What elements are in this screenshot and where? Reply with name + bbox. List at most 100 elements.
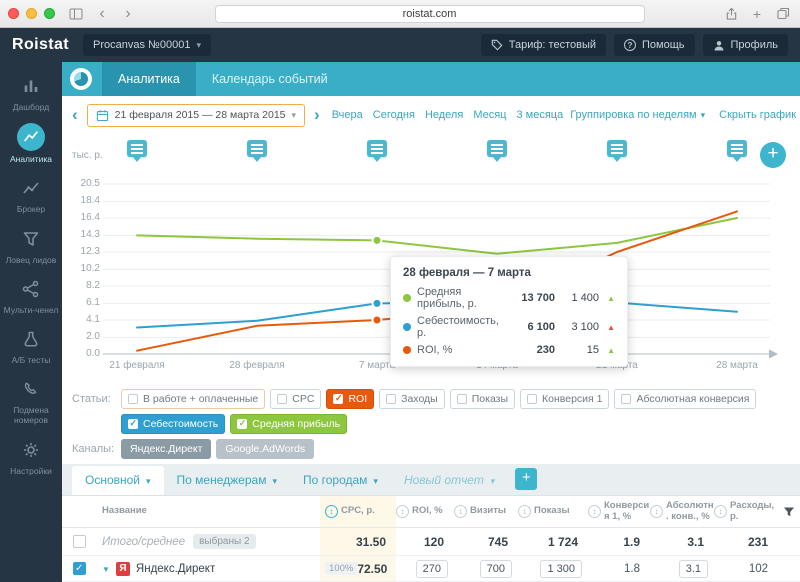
chart-note-pin-icon[interactable]: [487, 140, 507, 162]
sidebar-item-dashboard[interactable]: Дашборд: [0, 68, 62, 118]
chart-tooltip: 28 февраля — 7 марта Средняя прибыль, р.…: [390, 256, 628, 367]
sidebar-item-settings[interactable]: Настройки: [0, 432, 62, 482]
sidebar-item-multichannel[interactable]: Мульти-ченел: [0, 271, 62, 321]
next-period-button[interactable]: [312, 105, 322, 125]
channel-yandex-direct[interactable]: Яндекс.Директ: [121, 439, 212, 459]
section-tabbar: Аналитика Календарь событий: [62, 62, 800, 96]
quicklink-week[interactable]: Неделя: [425, 109, 463, 121]
broker-icon: [17, 175, 45, 201]
tab-events-calendar[interactable]: Календарь событий: [196, 62, 344, 96]
y-axis-tick: 4.1: [86, 314, 100, 325]
forward-icon[interactable]: [119, 6, 137, 22]
chip-visits-in[interactable]: Заходы: [379, 389, 445, 409]
report-tab-main[interactable]: Основной: [72, 466, 164, 495]
col-header-visits[interactable]: Визиты: [454, 496, 518, 527]
url-bar[interactable]: roistat.com: [214, 4, 645, 23]
app-topbar: Roistat Procanvas №00001 Тариф: тестовый…: [0, 28, 800, 62]
col-header-abs-conversion[interactable]: Абсолютн. конв., %: [650, 496, 714, 527]
back-icon[interactable]: [93, 6, 111, 22]
sidebar-item-leadcatcher[interactable]: Ловец лидов: [0, 221, 62, 271]
checkbox-icon: [237, 418, 248, 429]
chip-impressions[interactable]: Показы: [449, 389, 516, 409]
dashboard-icon: [17, 73, 45, 99]
note-lines-icon: [611, 144, 623, 146]
chip-cost[interactable]: Себестоимость: [121, 414, 226, 434]
quicklink-month[interactable]: Месяц: [473, 109, 506, 121]
checkbox-icon: [333, 393, 344, 404]
quicklink-3months[interactable]: 3 месяца: [516, 109, 563, 121]
articles-label: Статьи:: [72, 393, 111, 405]
share-icon[interactable]: [722, 6, 740, 22]
column-filter-icon[interactable]: [778, 496, 800, 527]
col-header-cpc[interactable]: CPC, р.: [320, 496, 396, 527]
grouping-select[interactable]: Группировка по неделям: [570, 109, 705, 121]
profile-button[interactable]: Профиль: [702, 34, 788, 56]
sidebar-item-analytics[interactable]: Аналитика: [0, 118, 62, 170]
tab-analytics[interactable]: Аналитика: [102, 62, 196, 96]
channel-name[interactable]: Яндекс.Директ: [136, 563, 215, 575]
report-tab-managers[interactable]: По менеджерам: [164, 466, 290, 495]
col-header-roi[interactable]: ROI, %: [396, 496, 454, 527]
tariff-button[interactable]: Тариф: тестовый: [480, 34, 606, 56]
add-report-button[interactable]: [515, 468, 538, 490]
date-range-picker[interactable]: 21 февраля 2015 — 28 марта 2015: [86, 103, 306, 127]
project-selector[interactable]: Procanvas №00001: [83, 34, 211, 56]
chart-note-pin-icon[interactable]: [727, 140, 747, 162]
sort-icon[interactable]: [714, 505, 727, 518]
sidebar-item-broker[interactable]: Брокер: [0, 170, 62, 220]
row-expander-icon[interactable]: [102, 563, 110, 575]
date-range-text: 21 февраля 2015 — 28 марта 2015: [114, 109, 286, 121]
prev-period-button[interactable]: [70, 105, 80, 125]
select-all-checkbox[interactable]: [72, 535, 86, 548]
hide-chart-link[interactable]: Скрыть график: [719, 109, 796, 121]
report-tab-cities[interactable]: По городам: [290, 466, 391, 495]
y-axis-tick: 2.0: [86, 331, 100, 342]
chip-conversion-1[interactable]: Конверсия 1: [520, 389, 610, 409]
col-header-expenses[interactable]: Расходы, р.: [714, 496, 778, 527]
new-tab-icon[interactable]: [748, 6, 766, 22]
row-shows-plan[interactable]: 1 300: [540, 559, 582, 578]
series-dot-profit: [403, 294, 411, 302]
sidebar-toggle-icon[interactable]: [67, 6, 85, 22]
sidebar-item-ab-tests[interactable]: А/Б тесты: [0, 321, 62, 371]
chart-note-pin-icon[interactable]: [247, 140, 267, 162]
sort-icon[interactable]: [454, 505, 467, 518]
note-lines-icon: [131, 144, 143, 146]
sidebar-item-call-tracking[interactable]: Подмена номеров: [0, 371, 62, 431]
add-metric-button[interactable]: [760, 142, 786, 168]
chip-roi[interactable]: ROI: [326, 389, 375, 409]
chart-note-pin-icon[interactable]: [127, 140, 147, 162]
summary-expenses: 231: [747, 534, 768, 549]
chart-note-pin-icon[interactable]: [607, 140, 627, 162]
sort-icon[interactable]: [650, 505, 663, 518]
zoom-button[interactable]: [44, 8, 55, 19]
channel-google-adwords[interactable]: Google.AdWords: [216, 439, 315, 459]
sort-icon[interactable]: [518, 505, 531, 518]
col-header-name[interactable]: Название: [96, 496, 320, 527]
col-header-shows[interactable]: Показы: [518, 496, 588, 527]
chip-cpc[interactable]: CPC: [270, 389, 322, 409]
report-tab-new[interactable]: Новый отчет: [391, 466, 507, 495]
quicklink-today[interactable]: Сегодня: [373, 109, 415, 121]
tooltip-row: Себестоимость, р. 6 100 3 100: [403, 315, 615, 339]
sort-icon[interactable]: [588, 505, 601, 518]
tabs-overview-icon[interactable]: [774, 6, 792, 22]
y-axis-tick: 18.4: [80, 195, 100, 206]
row-abs-conversion-plan[interactable]: 3.1: [678, 559, 708, 578]
minimize-button[interactable]: [26, 8, 37, 19]
row-checkbox[interactable]: [72, 562, 86, 575]
close-button[interactable]: [8, 8, 19, 19]
chip-absolute-conversion[interactable]: Абсолютная конверсия: [614, 389, 757, 409]
sort-icon[interactable]: [396, 505, 409, 518]
row-visits-plan[interactable]: 700: [479, 559, 512, 578]
chip-in-progress-paid[interactable]: В работе + оплаченные: [121, 389, 266, 409]
help-button[interactable]: Помощь: [614, 34, 695, 56]
sort-icon[interactable]: [325, 505, 338, 518]
col-header-conversion[interactable]: Конверсия 1, %: [588, 496, 650, 527]
quicklink-yesterday[interactable]: Вчера: [332, 109, 363, 121]
summary-conversion: 1.9: [623, 534, 640, 549]
row-roi-plan[interactable]: 270: [415, 559, 448, 578]
chart-note-pin-icon[interactable]: [367, 140, 387, 162]
gear-icon: [17, 437, 45, 463]
chip-average-profit[interactable]: Средняя прибыль: [230, 414, 348, 434]
